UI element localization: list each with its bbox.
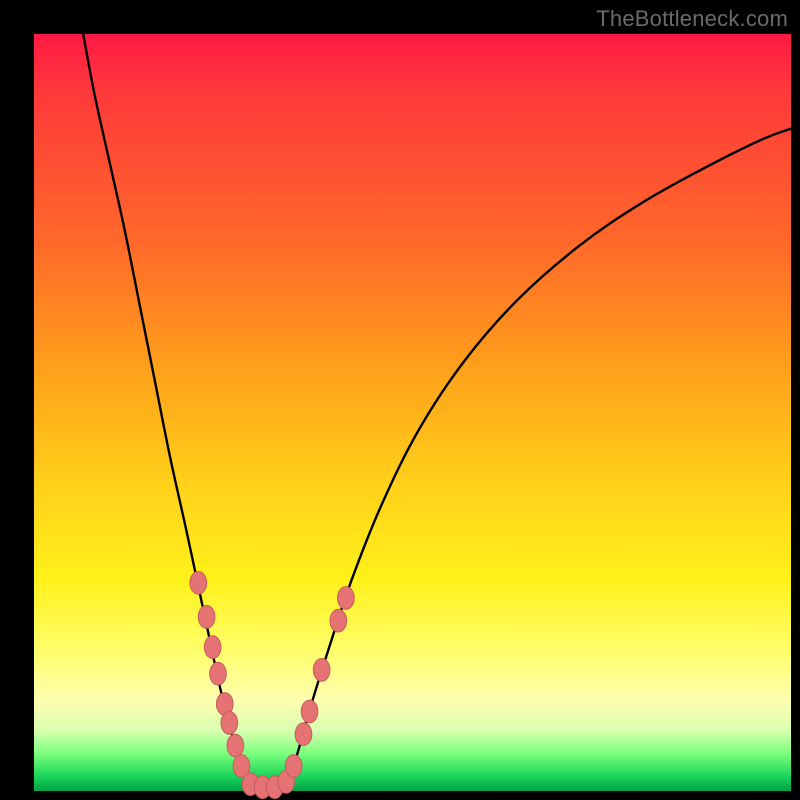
data-marker: [198, 606, 215, 629]
data-marker: [295, 723, 312, 746]
data-marker: [313, 659, 330, 682]
data-marker: [301, 700, 318, 723]
left-curve: [83, 34, 253, 787]
marker-group: [190, 571, 354, 798]
chart-frame: TheBottleneck.com: [0, 0, 800, 800]
data-marker: [204, 636, 221, 659]
chart-svg: [34, 34, 791, 791]
right-curve: [284, 129, 791, 788]
data-marker: [330, 609, 347, 632]
watermark-text: TheBottleneck.com: [596, 6, 788, 32]
plot-area: [34, 34, 791, 791]
data-marker: [227, 734, 244, 757]
data-marker: [210, 662, 227, 685]
data-marker: [221, 712, 238, 735]
data-marker: [338, 587, 355, 610]
data-marker: [190, 571, 207, 594]
data-marker: [285, 755, 302, 778]
